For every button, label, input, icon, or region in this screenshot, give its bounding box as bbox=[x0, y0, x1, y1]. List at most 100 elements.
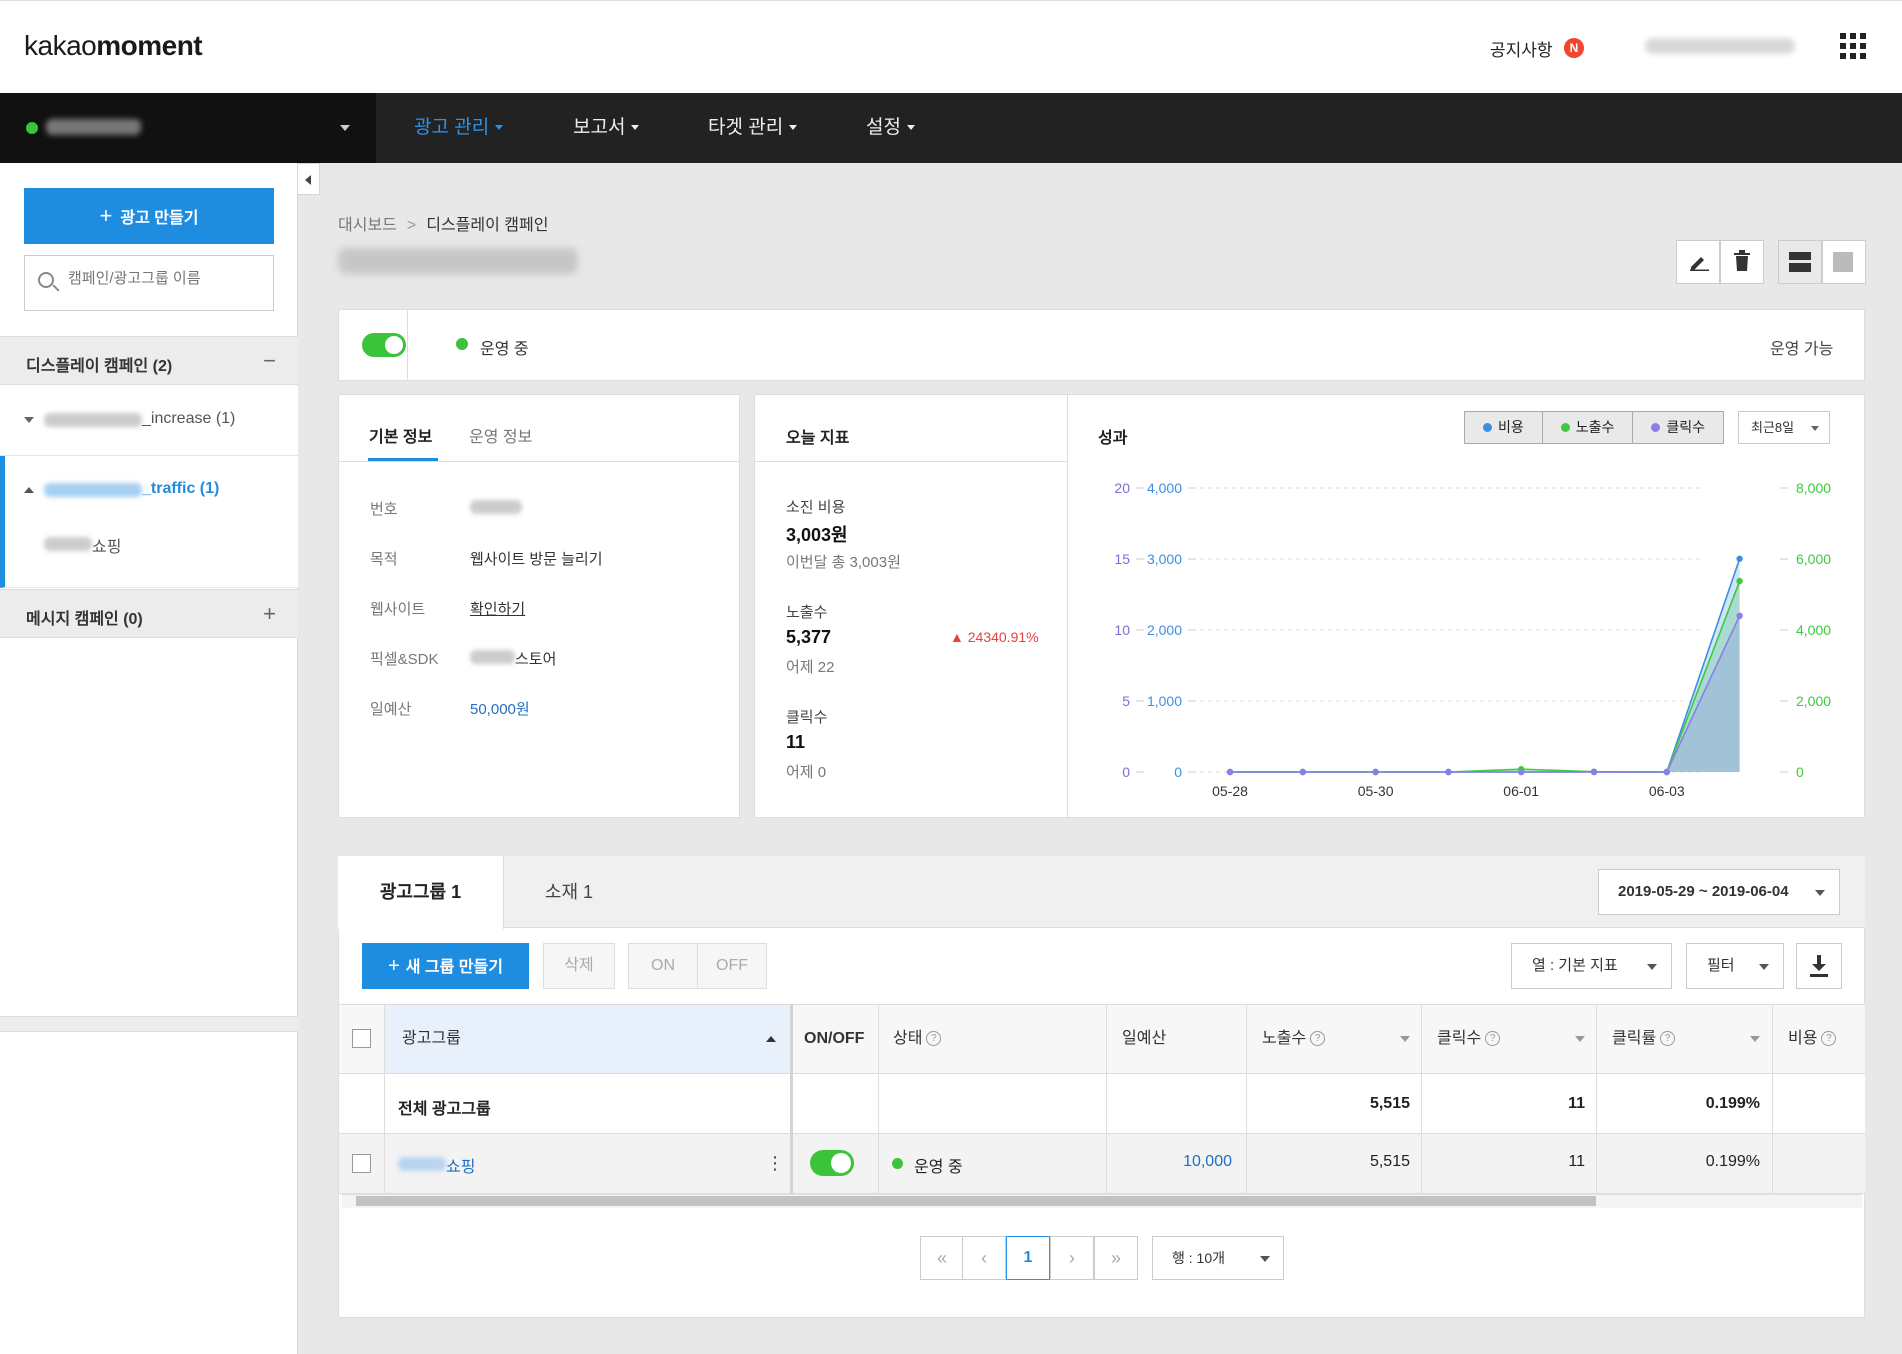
legend-impressions-toggle[interactable]: 노출수 bbox=[1542, 412, 1634, 443]
y-tick-cost: 0 bbox=[1174, 764, 1182, 780]
filter-select[interactable]: 필터 bbox=[1686, 943, 1784, 989]
user-account-menu[interactable] bbox=[1645, 38, 1795, 54]
prev-page-button[interactable]: ‹ bbox=[962, 1236, 1006, 1280]
today-metrics-title: 오늘 지표 bbox=[786, 430, 850, 447]
create-ad-button[interactable]: + 광고 만들기 bbox=[24, 188, 274, 244]
new-ad-group-button[interactable]: + 새 그룹 만들기 bbox=[362, 943, 529, 989]
next-page-button[interactable]: › bbox=[1050, 1236, 1094, 1280]
download-icon bbox=[1810, 955, 1828, 977]
column-impressions[interactable]: 노출수? bbox=[1262, 1004, 1326, 1074]
scrollbar-thumb[interactable] bbox=[356, 1196, 1596, 1206]
bulk-off-button[interactable]: OFF bbox=[697, 943, 767, 989]
nav-ad-management[interactable]: 광고 관리 bbox=[414, 93, 504, 163]
status-running-dot bbox=[456, 338, 468, 350]
info-website-link[interactable]: 확인하기 bbox=[470, 598, 525, 619]
ad-group-name-link[interactable]: 쇼핑 bbox=[446, 1153, 475, 1177]
table-total-row bbox=[339, 1074, 1865, 1134]
plus-icon: + bbox=[388, 955, 400, 977]
campaign-on-off-toggle[interactable] bbox=[362, 333, 406, 357]
metric-clicks-sub: 어제 0 bbox=[786, 764, 827, 781]
series-area-0 bbox=[1230, 558, 1740, 772]
sort-icon[interactable] bbox=[1400, 1036, 1410, 1042]
nav-reports[interactable]: 보고서 bbox=[573, 93, 640, 163]
row-daily-budget[interactable]: 10,000 bbox=[1112, 1153, 1232, 1171]
sidebar-ad-group-item[interactable]: 쇼핑 bbox=[92, 533, 121, 557]
tab-basic-info[interactable]: 기본 정보 bbox=[369, 423, 432, 447]
campaign-search-input[interactable] bbox=[68, 270, 258, 287]
row-checkbox[interactable] bbox=[352, 1154, 371, 1173]
date-range-picker[interactable]: 2019-05-29 ~ 2019-06-04 bbox=[1598, 869, 1840, 915]
sort-icon[interactable] bbox=[1575, 1036, 1585, 1042]
filter-select-value: 필터 bbox=[1707, 957, 1735, 974]
column-divider bbox=[1421, 1004, 1422, 1194]
column-ad-group[interactable]: 광고그룹 bbox=[402, 1004, 461, 1074]
chart-range-select[interactable]: 최근8일 bbox=[1738, 411, 1830, 444]
last-page-button[interactable]: » bbox=[1094, 1236, 1138, 1280]
sidebar-campaign-traffic[interactable]: _traffic (1) bbox=[0, 456, 298, 588]
help-icon[interactable]: ? bbox=[1485, 1031, 1501, 1047]
select-all-checkbox[interactable] bbox=[352, 1029, 371, 1048]
legend-clicks-toggle[interactable]: 클릭수 bbox=[1633, 412, 1724, 443]
kakaomoment-logo[interactable]: kakaomoment bbox=[24, 30, 203, 62]
tab-creatives[interactable]: 소재 1 bbox=[504, 856, 634, 928]
table-row[interactable] bbox=[339, 1134, 1865, 1194]
display-campaign-section[interactable]: 디스플레이 캠페인 (2) − bbox=[0, 336, 298, 385]
chevron-down-icon[interactable] bbox=[340, 125, 350, 131]
logo-regular-text: kakao bbox=[24, 30, 97, 61]
column-status[interactable]: 상태? bbox=[893, 1004, 942, 1074]
chart-legend: 비용 노출수 클릭수 bbox=[1464, 411, 1725, 444]
y-tick-impressions: 2,000 bbox=[1796, 693, 1831, 709]
metric-impressions-value: 5,377 bbox=[786, 627, 832, 647]
info-budget-value[interactable]: 50,000원 bbox=[470, 698, 530, 719]
bulk-on-button[interactable]: ON bbox=[628, 943, 698, 989]
breadcrumb-dashboard-link[interactable]: 대시보드 bbox=[338, 217, 397, 234]
sidebar-collapse-button[interactable] bbox=[298, 163, 320, 195]
column-divider bbox=[1596, 1004, 1597, 1194]
more-options-icon[interactable]: ⋮ bbox=[766, 1154, 784, 1172]
breadcrumb-separator: > bbox=[406, 217, 417, 234]
column-ctr[interactable]: 클릭률? bbox=[1612, 1004, 1676, 1074]
row-on-off-toggle[interactable] bbox=[810, 1150, 854, 1176]
collapse-minus-icon[interactable]: − bbox=[263, 348, 276, 374]
total-row-name: 전체 광고그룹 bbox=[398, 1101, 491, 1118]
data-point bbox=[1372, 768, 1379, 776]
column-cost[interactable]: 비용? bbox=[1788, 1004, 1837, 1074]
row-status: 운영 중 bbox=[914, 1159, 963, 1176]
expand-arrow-icon[interactable] bbox=[24, 417, 34, 423]
nav-reports-label: 보고서 bbox=[573, 117, 626, 138]
page-number-button[interactable]: 1 bbox=[1006, 1236, 1050, 1280]
message-campaign-section[interactable]: 메시지 캠페인 (0) + bbox=[0, 589, 298, 638]
columns-select[interactable]: 열 : 기본 지표 bbox=[1511, 943, 1672, 989]
metric-cost-label: 소진 비용 bbox=[786, 499, 846, 516]
sort-icon[interactable] bbox=[1750, 1036, 1760, 1042]
metric-impressions-label: 노출수 bbox=[786, 604, 828, 621]
nav-target-management[interactable]: 타겟 관리 bbox=[708, 93, 798, 163]
column-daily-budget[interactable]: 일예산 bbox=[1122, 1004, 1166, 1074]
apps-grid-icon[interactable] bbox=[1840, 33, 1866, 59]
column-divider bbox=[1106, 1004, 1107, 1194]
first-page-button[interactable]: « bbox=[920, 1236, 964, 1280]
y-tick-cost: 2,000 bbox=[1147, 622, 1182, 638]
chevron-down-icon bbox=[1815, 890, 1825, 896]
collapse-arrow-icon[interactable] bbox=[24, 487, 34, 493]
column-divider bbox=[1772, 1004, 1773, 1194]
y-tick-clicks: 5 bbox=[1122, 693, 1130, 709]
rows-per-page-select[interactable]: 행 : 10개 bbox=[1152, 1236, 1284, 1280]
tab-operation-info[interactable]: 운영 정보 bbox=[469, 423, 532, 447]
help-icon[interactable]: ? bbox=[1310, 1031, 1326, 1047]
nav-settings[interactable]: 설정 bbox=[866, 93, 915, 163]
info-website-label: 웹사이트 bbox=[370, 601, 426, 618]
legend-cost-toggle[interactable]: 비용 bbox=[1465, 412, 1543, 443]
account-status-dot bbox=[26, 122, 38, 134]
help-icon[interactable]: ? bbox=[1821, 1031, 1837, 1047]
tab-ad-groups[interactable]: 광고그룹 1 bbox=[338, 856, 504, 929]
help-icon[interactable]: ? bbox=[1660, 1031, 1676, 1047]
delete-groups-button[interactable]: 삭제 bbox=[543, 943, 615, 989]
sidebar-campaign-increase[interactable]: _increase (1) bbox=[0, 386, 298, 456]
sort-asc-icon[interactable] bbox=[766, 1036, 776, 1042]
metric-clicks-value: 11 bbox=[786, 732, 806, 752]
add-plus-icon[interactable]: + bbox=[263, 601, 276, 627]
notice-link[interactable]: 공지사항 bbox=[1490, 36, 1553, 61]
help-icon[interactable]: ? bbox=[926, 1031, 942, 1047]
column-clicks[interactable]: 클릭수? bbox=[1437, 1004, 1501, 1074]
